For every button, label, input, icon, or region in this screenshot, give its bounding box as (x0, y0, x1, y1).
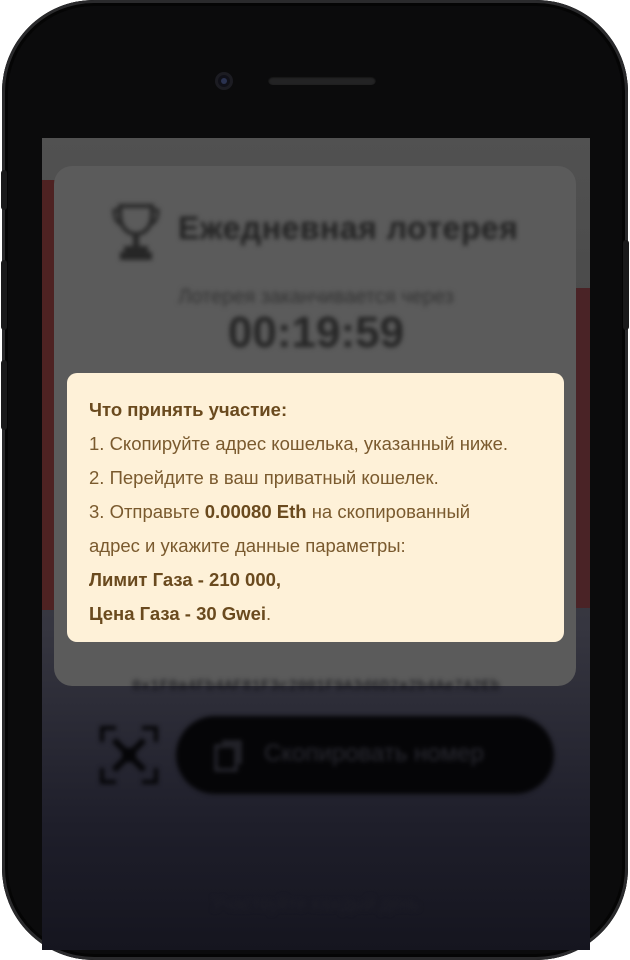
countdown-timer: 00:19:59 (227, 308, 405, 357)
front-camera-icon (215, 72, 233, 90)
volume-up-button (1, 260, 7, 330)
instruction-step-3: 3. Отправьте 0.00080 Eth на скопированны… (89, 501, 471, 522)
lottery-title: Ежедневная лотерея (178, 210, 519, 246)
gas-limit: Лимит Газа - 210 000, (89, 569, 282, 590)
gas-price: Цена Газа - 30 Gwei. (89, 603, 272, 624)
lottery-subtitle: Лотерея заканчивается через (178, 286, 454, 308)
qr-code-icon[interactable] (100, 726, 158, 784)
volume-down-button (1, 360, 7, 430)
instruction-step-1: 1. Скопируйте адрес кошелька, указанный … (89, 433, 509, 454)
power-button (623, 240, 629, 330)
instructions-popup: Что принять участие: 1. Скопируйте адрес… (67, 373, 564, 642)
instruction-step-3-continued: адрес и укажите данные параметры: (89, 535, 406, 556)
copy-address-button[interactable]: Скопировать номер (176, 716, 554, 794)
bottom-caption: Участвуйте каждый день (212, 894, 420, 914)
wallet-address[interactable]: 0x1F0a4Fb4AF81F3c2001F9A3d6D2a2b4Ae7A2Eb (42, 678, 590, 695)
mute-switch (1, 170, 7, 210)
instruction-step-2: 2. Перейдите в ваш приватный кошелек. (89, 467, 439, 488)
instructions-heading: Что принять участие: (89, 399, 288, 420)
speaker-grille (268, 76, 376, 85)
copy-icon (214, 740, 242, 772)
copy-button-label: Скопировать номер (264, 740, 484, 767)
trophy-icon (112, 204, 160, 260)
eth-amount: 0.00080 Eth (204, 501, 307, 522)
